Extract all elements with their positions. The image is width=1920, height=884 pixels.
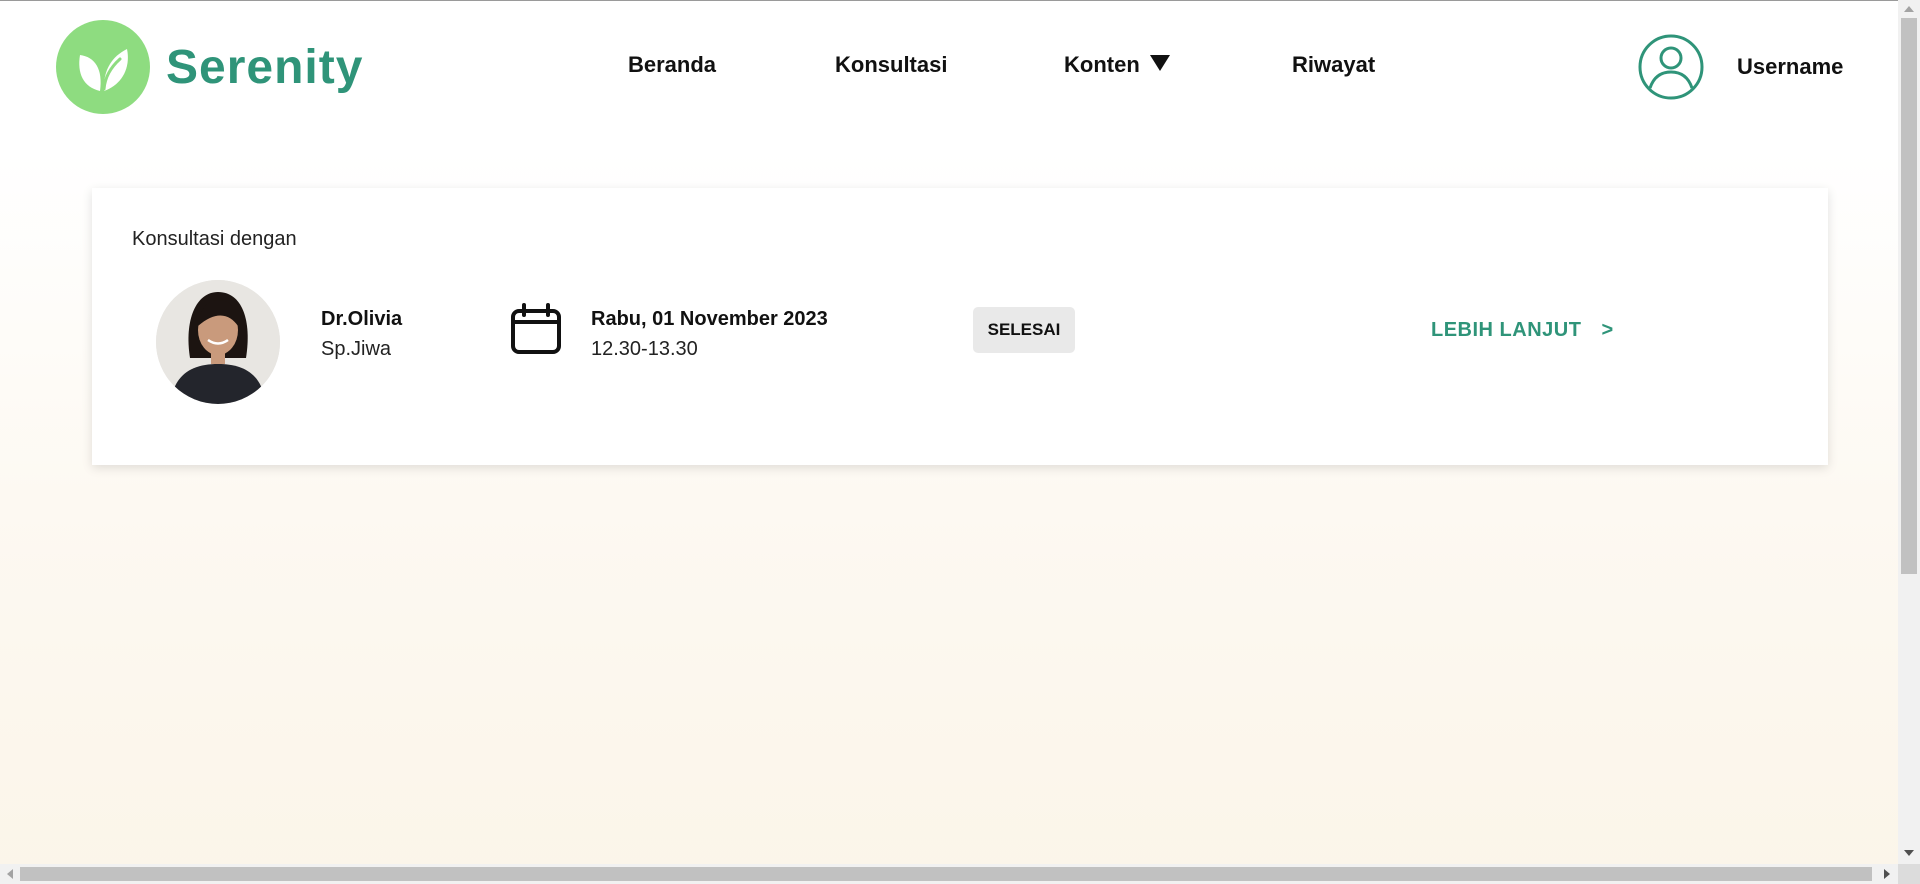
status-badge: SELESAI [973, 307, 1075, 353]
calendar-icon [509, 302, 563, 356]
consultation-time: 12.30-13.30 [591, 338, 698, 360]
caret-down-icon [1149, 55, 1170, 72]
site-header: Serenity Beranda Konsultasi Konten Riway… [0, 0, 1898, 140]
consultation-date: Rabu, 01 November 2023 [591, 308, 828, 330]
nav-item-konten-label: Konten [1064, 52, 1140, 77]
more-details-link[interactable]: LEBIH LANJUT > [1431, 319, 1614, 342]
scrollbar-corner [1898, 864, 1920, 884]
more-details-label: LEBIH LANJUT [1431, 319, 1582, 341]
nav-item-beranda[interactable]: Beranda [628, 52, 716, 78]
brand-logo[interactable]: Serenity [56, 20, 363, 114]
scroll-right-arrow-icon[interactable] [1884, 869, 1890, 879]
doctor-specialty: Sp.Jiwa [321, 338, 392, 360]
nav-item-konten[interactable]: Konten [1064, 52, 1170, 78]
nav-item-riwayat[interactable]: Riwayat [1292, 52, 1375, 78]
brand-name: Serenity [166, 40, 364, 94]
vertical-scroll-thumb[interactable] [1901, 18, 1917, 574]
horizontal-scrollbar[interactable] [0, 864, 1898, 884]
leaf-logo-icon [56, 20, 150, 114]
doctor-avatar [156, 280, 280, 404]
consultation-card: Konsultasi dengan Dr.Olivia Sp.Jiwa Rabu… [92, 188, 1828, 465]
scroll-up-arrow-icon[interactable] [1904, 6, 1914, 12]
horizontal-scroll-thumb[interactable] [20, 867, 1872, 881]
vertical-scrollbar[interactable] [1898, 0, 1920, 864]
scroll-down-arrow-icon[interactable] [1904, 850, 1914, 856]
nav-item-konsultasi[interactable]: Konsultasi [835, 52, 947, 78]
card-heading: Konsultasi dengan [132, 228, 297, 250]
chevron-right-icon: > [1601, 319, 1614, 341]
user-circle-icon[interactable] [1638, 34, 1704, 100]
doctor-name: Dr.Olivia [321, 308, 403, 330]
username-label[interactable]: Username [1737, 54, 1843, 80]
scroll-left-arrow-icon[interactable] [7, 869, 13, 879]
